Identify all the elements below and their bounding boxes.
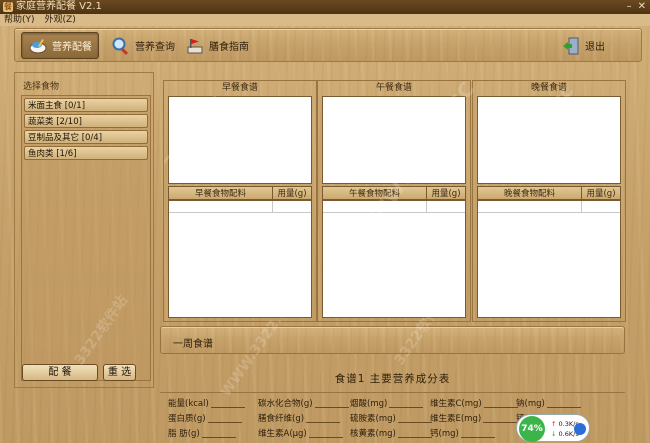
exit-button[interactable]: 退出 (555, 32, 611, 59)
table-row (478, 201, 620, 213)
menu-bar: 帮助(Y) 外观(Z) (0, 14, 650, 26)
reselect-button[interactable]: 重 选 (103, 364, 136, 381)
app-icon: 餐 (3, 2, 13, 12)
title-bar: 餐 家庭营养配餐 V2.1 – ✕ (0, 0, 650, 14)
breakfast-grid-header: 早餐食物配料 用量(g) (168, 186, 312, 200)
nutrition-planning-button[interactable]: 营养配餐 (21, 32, 99, 59)
nutrition-planning-label: 营养配餐 (52, 42, 92, 53)
nutrition-item: 烟酸(mg) (350, 397, 424, 409)
diet-guide-label: 膳食指南 (209, 42, 249, 53)
magnifier-icon (111, 36, 131, 56)
dinner-amount-header: 用量(g) (586, 189, 616, 199)
dinner-ingredient-header: 晚餐食物配料 (478, 187, 582, 199)
exit-door-icon (561, 36, 581, 56)
menu-appearance[interactable]: 外观(Z) (45, 14, 76, 26)
nutrition-item: 核黄素(mg) (350, 427, 432, 439)
weekly-recipe-label: 一周食谱 (173, 339, 213, 350)
table-row (169, 201, 311, 213)
nutrition-item: 碳水化合物(g) (258, 397, 349, 409)
dinner-ingredient-grid[interactable] (477, 200, 621, 318)
book-flag-icon (185, 36, 205, 56)
nutrition-item: 脂 肪(g) (168, 427, 236, 439)
nutrition-query-button[interactable]: 营养查询 (105, 32, 181, 59)
weekly-recipe-bar[interactable]: 一周食谱 (160, 326, 625, 354)
menu-help[interactable]: 帮助(Y) (4, 14, 35, 26)
nutrition-item: 蛋白质(g) (168, 412, 242, 424)
category-staple[interactable]: 米面主食 [0/1] (24, 98, 148, 112)
dinner-grid-header: 晚餐食物配料 用量(g) (477, 186, 621, 200)
network-speed-widget[interactable]: 74% ↑ 0.3K/s ↓ 0.6K/s (516, 414, 590, 442)
accelerate-icon[interactable] (574, 423, 586, 435)
breakfast-ingredient-header: 早餐食物配料 (169, 187, 273, 199)
nutrition-item: 维生素E(mg) (430, 412, 518, 424)
toolbar: 营养配餐 营养查询 膳食指南 退出 (14, 28, 642, 62)
window-controls: – ✕ (627, 1, 646, 13)
window-title: 家庭营养配餐 V2.1 (16, 1, 102, 12)
nutrition-item: 硫胺素(mg) (350, 412, 432, 424)
food-selection-title: 选择食物 (23, 82, 60, 92)
nutrition-item: 维生素A(μg) (258, 427, 343, 439)
nutrition-item: 膳食纤维(g) (258, 412, 341, 424)
close-button[interactable]: ✕ (638, 1, 646, 13)
lunch-amount-header: 用量(g) (431, 189, 461, 199)
category-vegetable[interactable]: 蔬菜类 [2/10] (24, 114, 148, 128)
breakfast-title: 早餐食谱 (221, 83, 258, 93)
memory-percent: 74% (519, 416, 545, 442)
minimize-button[interactable]: – (627, 1, 632, 13)
nutrition-item: 能量(kcal) (168, 397, 245, 409)
category-fish-meat[interactable]: 鱼肉类 [1/6] (24, 146, 148, 160)
diet-guide-button[interactable]: 膳食指南 (179, 32, 255, 59)
nutrition-item: 钠(mg) (516, 397, 581, 409)
category-bean-products[interactable]: 豆制品及其它 [0/4] (24, 130, 148, 144)
meal-bowl-icon (28, 36, 48, 56)
breakfast-panel: 早餐食谱 早餐食物配料 用量(g) (163, 80, 317, 322)
nutrition-item: 维生素C(mg) (430, 397, 518, 409)
breakfast-amount-header: 用量(g) (277, 189, 307, 199)
exit-label: 退出 (585, 42, 605, 53)
nutrition-item: 钙(mg) (430, 427, 495, 439)
nutrition-query-label: 营养查询 (135, 42, 175, 53)
